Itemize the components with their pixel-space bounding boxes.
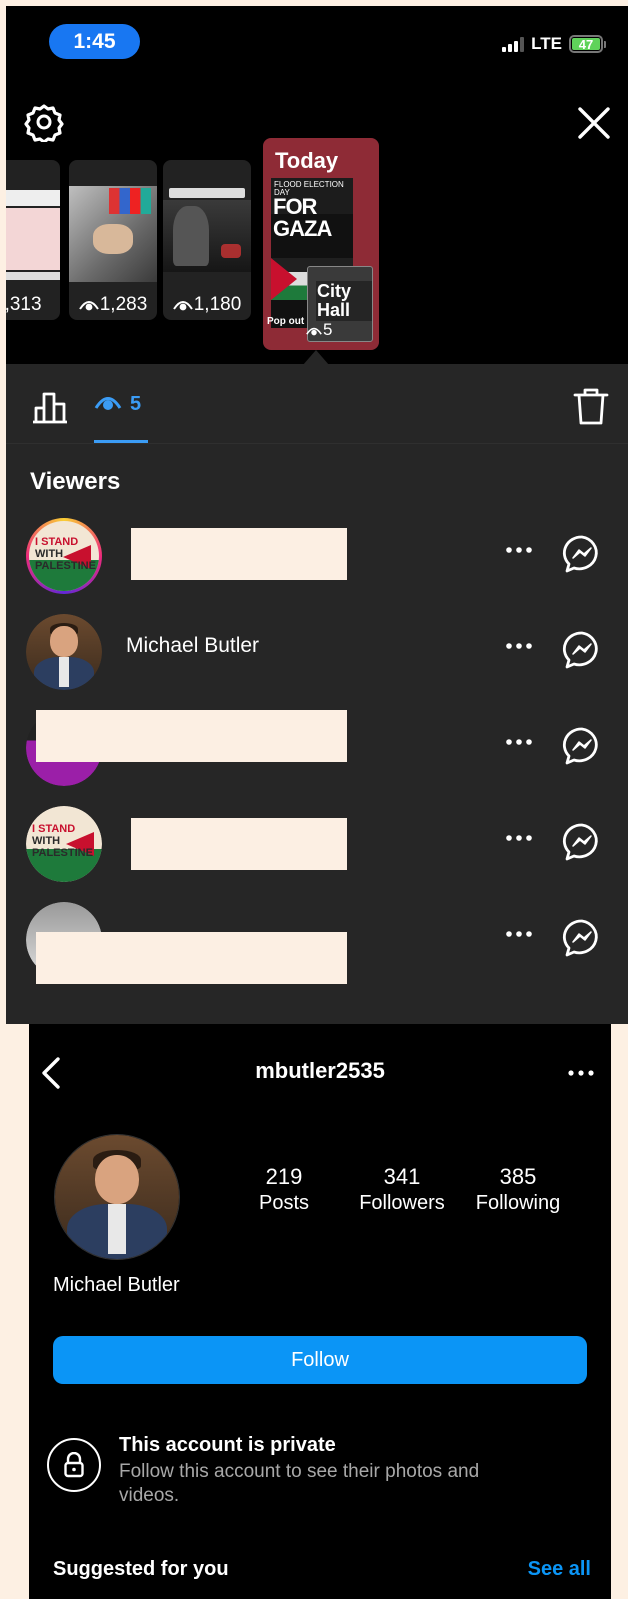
more-icon[interactable] — [567, 1068, 595, 1078]
eye-icon — [78, 301, 99, 311]
sheet-tabbar: 5 — [6, 364, 628, 444]
status-indicators: LTE 47 — [502, 34, 606, 54]
see-all-link[interactable]: See all — [528, 1558, 591, 1581]
story-viewers-screen: 1:45 LTE 47 1,313 1,283 1,180 — [6, 6, 628, 1024]
redaction-box — [36, 932, 347, 984]
story-date-label: Today — [275, 148, 339, 173]
viewer-row[interactable]: I STAND WITH PALESTINE — [6, 798, 628, 888]
more-icon[interactable] — [504, 833, 534, 843]
suggested-heading: Suggested for you — [53, 1558, 229, 1580]
profile-avatar[interactable] — [54, 1134, 180, 1260]
more-icon[interactable] — [504, 929, 534, 939]
avatar[interactable]: I STAND WITH PALESTINE — [26, 806, 102, 882]
messenger-icon[interactable] — [562, 918, 602, 958]
trash-icon[interactable] — [572, 386, 610, 426]
lock-icon — [47, 1438, 101, 1492]
viewers-sheet: 5 Viewers I STAND WITH PALESTINE Michael B… — [6, 364, 628, 1024]
battery-level: 47 — [572, 37, 600, 52]
story-thumbnail[interactable]: 1,283 — [69, 160, 157, 320]
more-icon[interactable] — [504, 641, 534, 651]
stat-followers[interactable]: 341 Followers — [347, 1164, 457, 1215]
viewer-row[interactable]: I STAND WITH PALESTINE — [6, 510, 628, 600]
eye-icon — [94, 397, 122, 410]
viewer-name[interactable]: Michael Butler — [126, 634, 259, 658]
more-icon[interactable] — [504, 737, 534, 747]
profile-screen: mbutler2535 219 Posts 341 Followers 385 … — [29, 1024, 611, 1599]
viewers-heading: Viewers — [30, 468, 121, 495]
story-view-count: 1,283 — [69, 294, 157, 316]
gear-icon[interactable] — [24, 102, 64, 142]
messenger-icon[interactable] — [562, 822, 602, 862]
insights-icon[interactable] — [30, 386, 70, 426]
poster-title: FOR GAZA — [273, 194, 332, 241]
messenger-icon[interactable] — [562, 726, 602, 766]
network-type: LTE — [531, 34, 562, 53]
tab-indicator — [94, 440, 148, 443]
signal-icon — [502, 36, 525, 52]
more-icon[interactable] — [504, 545, 534, 555]
redaction-box — [36, 710, 347, 762]
private-description: Follow this account to see their photos … — [119, 1461, 480, 1506]
story-view-count: 5 — [306, 320, 332, 340]
story-view-count: 1,180 — [163, 294, 251, 316]
follow-button[interactable]: Follow — [53, 1336, 587, 1384]
viewer-row[interactable] — [6, 702, 628, 792]
tab-views[interactable]: 5 — [94, 391, 148, 443]
views-count: 5 — [130, 393, 142, 415]
popout-label: Pop out — [267, 316, 305, 327]
close-icon[interactable] — [574, 103, 614, 143]
selection-pointer — [303, 350, 329, 365]
profile-display-name: Michael Butler — [53, 1274, 180, 1296]
messenger-icon[interactable] — [562, 534, 602, 574]
stat-posts[interactable]: 219 Posts — [239, 1164, 329, 1215]
stat-following[interactable]: 385 Following — [463, 1164, 573, 1215]
story-view-count: 1,313 — [6, 294, 42, 315]
private-title: This account is private — [119, 1434, 336, 1456]
sticker-text: City Hall — [316, 281, 372, 321]
status-time: 1:45 — [49, 24, 140, 59]
avatar[interactable] — [26, 614, 102, 690]
viewer-row[interactable] — [6, 894, 628, 984]
story-thumbnail[interactable]: 1,313 — [6, 160, 60, 320]
eye-icon — [306, 327, 322, 335]
viewer-row[interactable]: Michael Butler — [6, 606, 628, 696]
avatar[interactable]: I STAND WITH PALESTINE — [26, 518, 102, 594]
battery-icon: 47 — [569, 35, 606, 53]
messenger-icon[interactable] — [562, 630, 602, 670]
current-story-card[interactable]: Today FLOOD ELECTION DAY FOR GAZA City H… — [263, 138, 379, 350]
profile-username: mbutler2535 — [255, 1058, 385, 1083]
eye-icon — [172, 301, 193, 311]
redaction-box — [131, 818, 347, 870]
story-thumbnail[interactable]: 1,180 — [163, 160, 251, 320]
redaction-box — [131, 528, 347, 580]
